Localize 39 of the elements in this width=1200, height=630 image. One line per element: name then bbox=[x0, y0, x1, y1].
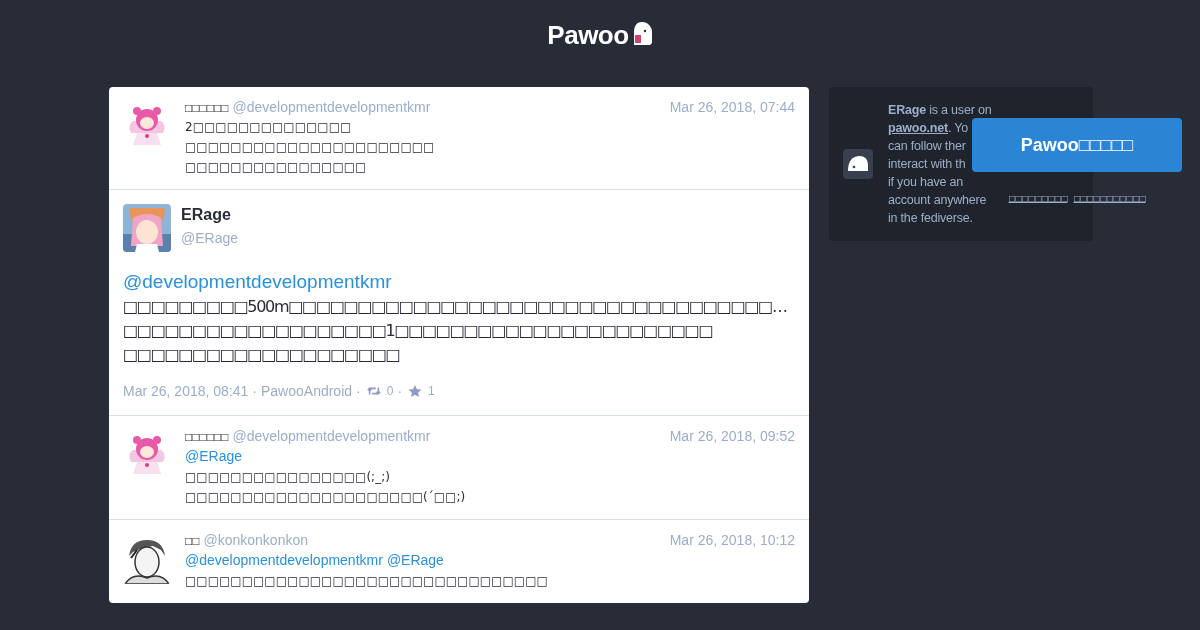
timestamp[interactable]: Mar 26, 2018, 07:44 bbox=[669, 99, 795, 115]
mention-link[interactable]: @developmentdevelopmentkmr bbox=[185, 552, 383, 568]
timestamp[interactable]: Mar 26, 2018, 08:41 bbox=[123, 383, 249, 399]
status-text: □□□□□□□□□□□□□□□□(;_;) bbox=[185, 469, 391, 486]
mention-link[interactable]: @developmentdevelopmentkmr bbox=[123, 271, 392, 292]
account-handle[interactable]: @developmentdevelopmentkmr bbox=[232, 99, 431, 115]
display-name[interactable]: ERage bbox=[181, 206, 239, 224]
status-text: □□□□□□□□□□□□□□□□□□□□ bbox=[123, 344, 401, 366]
boost-count: 0 bbox=[386, 384, 394, 398]
status-text: □□□□□□□□□□□□□□□□□□□1□□□□□□□□□□□□□□□□□□□□□□□ bbox=[123, 320, 714, 342]
status-text: □□□□□□□□□□□□□□□□□□□□□□ bbox=[185, 139, 436, 156]
status-text: 2□□□□□□□□□□□□□□ bbox=[185, 119, 353, 136]
mention-link[interactable]: @ERage bbox=[386, 552, 444, 568]
separator-dot: · bbox=[397, 383, 403, 399]
logo-wordmark[interactable]: Pawoo bbox=[547, 19, 629, 51]
separator-dot: · bbox=[252, 383, 257, 399]
account-handle[interactable]: @konkonkonkon bbox=[203, 532, 308, 548]
application-name: PawooAndroid bbox=[261, 383, 353, 399]
display-name[interactable]: □□□□□□ bbox=[185, 101, 229, 115]
status-text: □□□□□□□□□□□□□□□□ bbox=[185, 159, 368, 176]
mention-link[interactable]: @ERage bbox=[185, 448, 243, 464]
timestamp[interactable]: Mar 26, 2018, 10:12 bbox=[669, 532, 795, 548]
status-text: □□□□□□□□□□□□□□□□□□□□□(´□□;) bbox=[185, 489, 467, 506]
boost-icon bbox=[366, 385, 381, 397]
favourite-count: 1 bbox=[428, 384, 435, 398]
separator-dot: · bbox=[356, 383, 361, 399]
text-link[interactable]: □□□□□□□□□ bbox=[1008, 194, 1068, 203]
star-icon bbox=[408, 385, 423, 397]
display-name[interactable]: □□ bbox=[185, 534, 200, 548]
pawoo-button[interactable]: Pawoo□□□□□ bbox=[972, 118, 1182, 172]
account-handle[interactable]: @developmentdevelopmentkmr bbox=[232, 428, 431, 444]
account-handle[interactable]: @ERage bbox=[181, 230, 239, 246]
text-link[interactable]: □□□□□□□□□□□ bbox=[1073, 194, 1146, 203]
whale-icon bbox=[843, 149, 873, 179]
display-name[interactable]: □□□□□□ bbox=[185, 430, 229, 444]
timestamp[interactable]: Mar 26, 2018, 09:52 bbox=[669, 428, 795, 444]
status-text: □□□□□□□□□500m□□□□□□□□□□□□□□□□□□□□□□□□□□□□□□□□□□□… bbox=[123, 296, 788, 318]
status-text: @developmentdevelopmentkmr @ERage □□□□□□□□□□□□□□□□□□□□□□□□□□□□□□□□ bbox=[185, 551, 549, 590]
profile-link[interactable]: pawoo.net bbox=[888, 121, 948, 135]
